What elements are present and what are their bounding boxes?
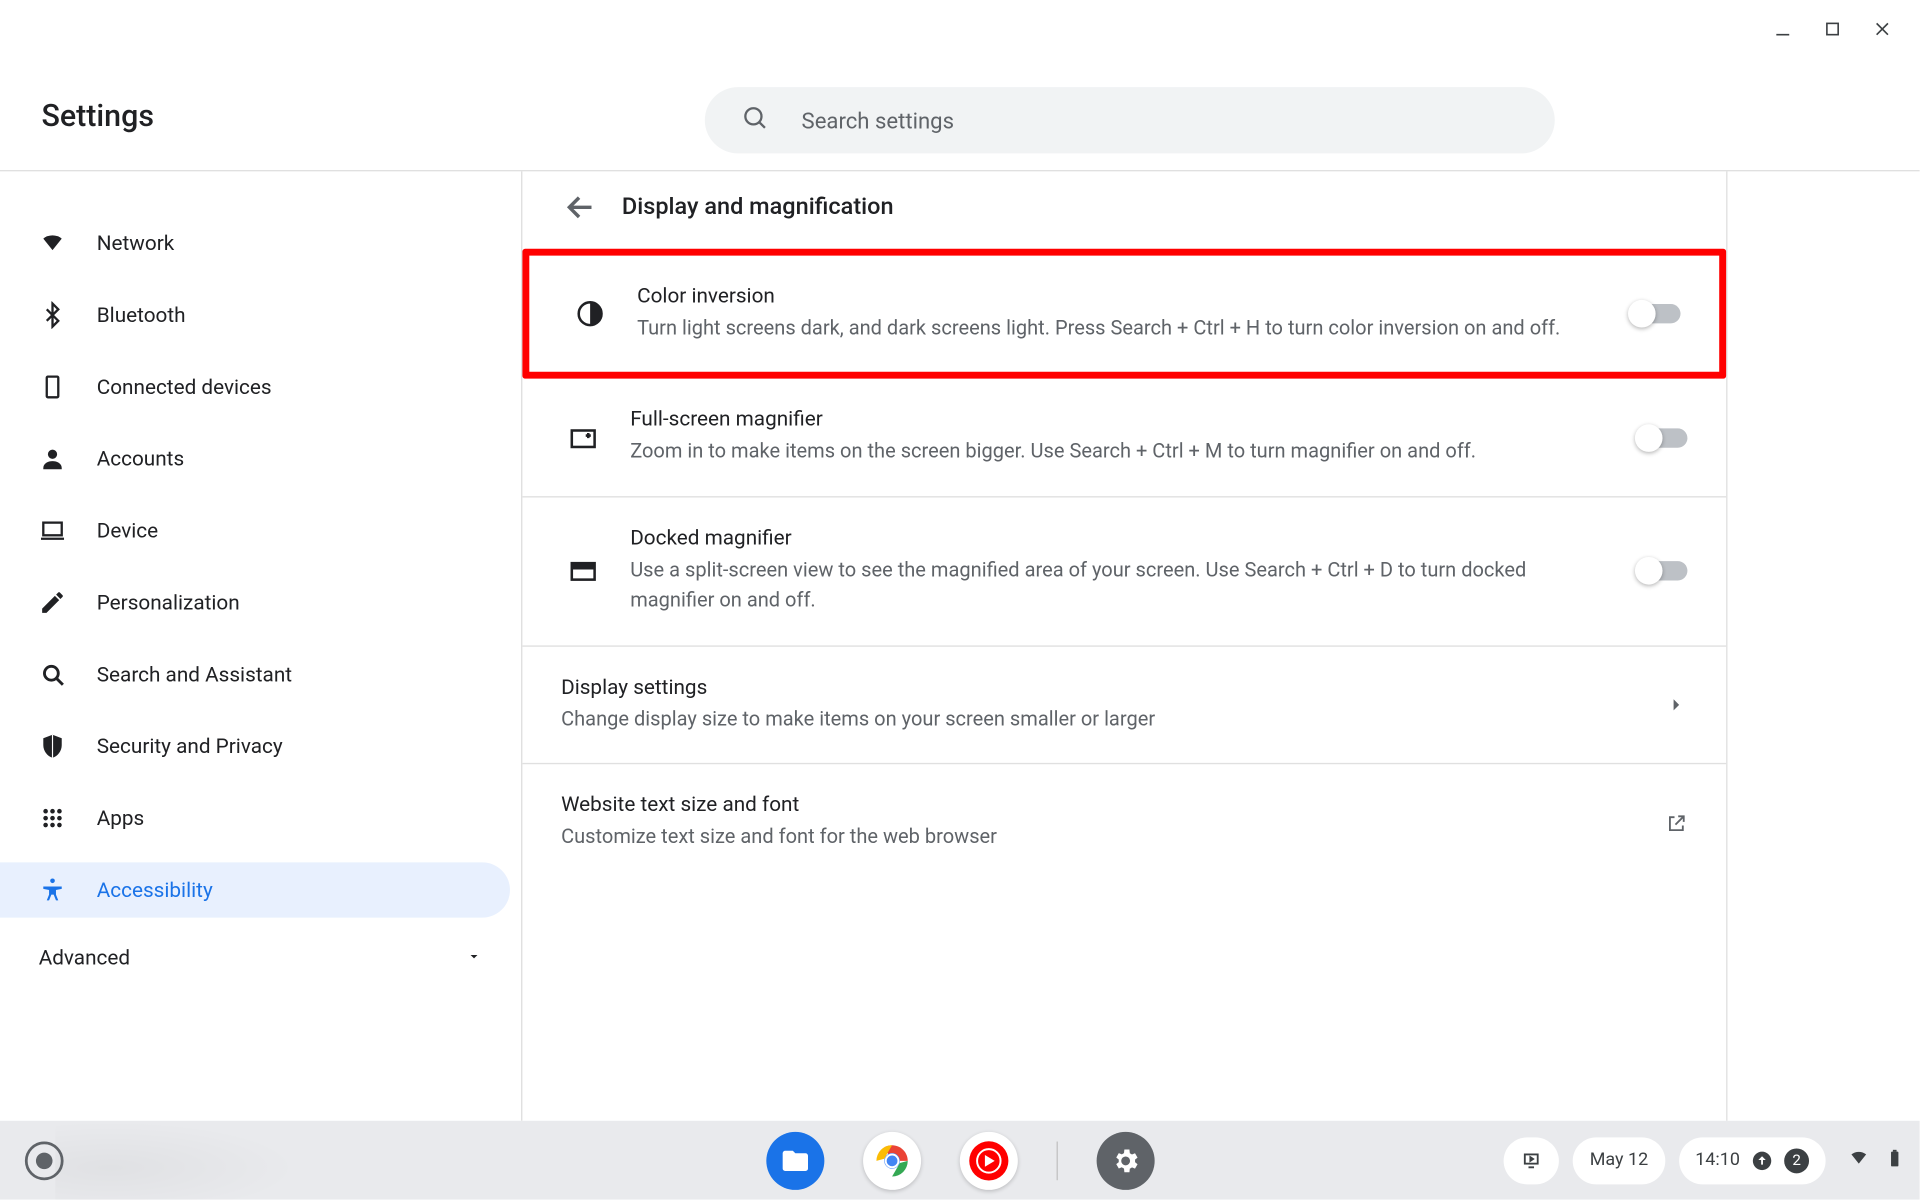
sidebar-item-security-privacy[interactable]: Security and Privacy [0,719,510,774]
accessibility-icon [39,876,67,904]
sidebar-item-label: Accounts [97,446,184,471]
sidebar-item-network[interactable]: Network [0,216,510,271]
sidebar-item-label: Accessibility [97,878,213,903]
row-title: Display settings [561,674,1593,699]
sidebar-item-accessibility[interactable]: Accessibility [0,862,510,917]
laptop-icon [39,517,67,545]
wifi-icon [39,229,67,257]
phone-icon [39,373,67,401]
search-icon [39,661,67,689]
sidebar-item-label: Network [97,231,174,256]
system-tray: May 12 14:10 2 [1504,1137,1906,1184]
shield-icon [39,732,67,760]
wifi-tray-icon[interactable] [1848,1146,1870,1174]
row-display-settings[interactable]: Display settings Change display size to … [522,647,1726,765]
dock [766,1131,1154,1189]
dock-separator [1056,1141,1057,1180]
battery-tray-icon[interactable] [1884,1146,1906,1174]
advanced-label: Advanced [39,945,130,970]
external-link-icon [1618,812,1687,834]
row-website-text-size[interactable]: Website text size and font Customize tex… [522,765,1726,882]
sidebar-item-apps[interactable]: Apps [0,791,510,846]
row-fullscreen-magnifier[interactable]: Full-screen magnifier Zoom in to make it… [522,379,1726,497]
account-icon [39,445,67,473]
bluetooth-icon [39,301,67,329]
sidebar-item-bluetooth[interactable]: Bluetooth [0,287,510,342]
shelf: May 12 14:10 2 [0,1121,1920,1200]
sidebar-item-personalization[interactable]: Personalization [0,575,510,630]
sidebar-item-label: Security and Privacy [97,734,283,759]
row-title: Docked magnifier [630,525,1593,550]
tray-status[interactable]: 14:10 2 [1679,1137,1826,1184]
page-header: Display and magnification [522,191,1726,249]
contrast-icon [568,299,612,329]
search-icon [741,104,769,137]
row-description: Zoom in to make items on the screen bigg… [630,437,1593,468]
power-icon [1521,1149,1543,1171]
fullscreen-magnifier-toggle[interactable] [1638,428,1688,447]
tray-date[interactable]: May 12 [1573,1137,1665,1184]
launcher-button[interactable] [25,1141,64,1180]
row-title: Color inversion [637,283,1586,308]
tray-time: 14:10 [1695,1150,1740,1171]
sidebar-item-label: Bluetooth [97,303,186,328]
chrome-app-icon[interactable] [862,1131,920,1189]
main-content: Display and magnification Color inversio… [522,171,1919,1120]
search-box[interactable] [705,87,1555,153]
chevron-down-icon [466,945,483,970]
top-bar: Settings [0,0,1920,171]
app-title: Settings [41,100,154,135]
sidebar-item-connected-devices[interactable]: Connected devices [0,359,510,414]
upload-icon [1751,1149,1773,1171]
chevron-right-icon [1618,694,1687,716]
notification-badge: 2 [1784,1148,1809,1173]
sidebar-item-label: Personalization [97,590,240,615]
row-docked-magnifier[interactable]: Docked magnifier Use a split-screen view… [522,497,1726,646]
sidebar-advanced-toggle[interactable]: Advanced [0,934,521,970]
back-button[interactable] [564,191,597,224]
tray-power-menu[interactable] [1504,1137,1559,1184]
settings-app-icon[interactable] [1096,1131,1154,1189]
apps-grid-icon [39,804,67,832]
docked-magnifier-icon [561,556,605,586]
row-title: Website text size and font [561,792,1593,817]
sidebar-item-search-assistant[interactable]: Search and Assistant [0,647,510,702]
sidebar-item-label: Search and Assistant [97,662,292,687]
docked-magnifier-toggle[interactable] [1638,562,1688,581]
row-title: Full-screen magnifier [630,407,1593,432]
row-description: Customize text size and font for the web… [561,823,1593,854]
sidebar-item-accounts[interactable]: Accounts [0,431,510,486]
row-description: Use a split-screen view to see the magni… [630,555,1593,617]
youtube-music-app-icon[interactable] [959,1131,1017,1189]
search-input[interactable] [802,107,1519,133]
fullscreen-magnifier-icon [561,422,605,452]
row-description: Turn light screens dark, and dark screen… [637,314,1586,345]
sidebar-item-label: Apps [97,806,145,831]
sidebar-item-label: Device [97,518,158,543]
sidebar-item-device[interactable]: Device [0,503,510,558]
pencil-icon [39,589,67,617]
page-title: Display and magnification [622,193,894,221]
files-app-icon[interactable] [766,1131,824,1189]
row-color-inversion[interactable]: Color inversion Turn light screens dark,… [522,249,1726,380]
color-inversion-toggle[interactable] [1631,304,1681,323]
sidebar-item-label: Connected devices [97,375,272,400]
sidebar: Network Bluetooth Connected devices Acco… [0,171,522,1120]
row-description: Change display size to make items on you… [561,705,1593,736]
